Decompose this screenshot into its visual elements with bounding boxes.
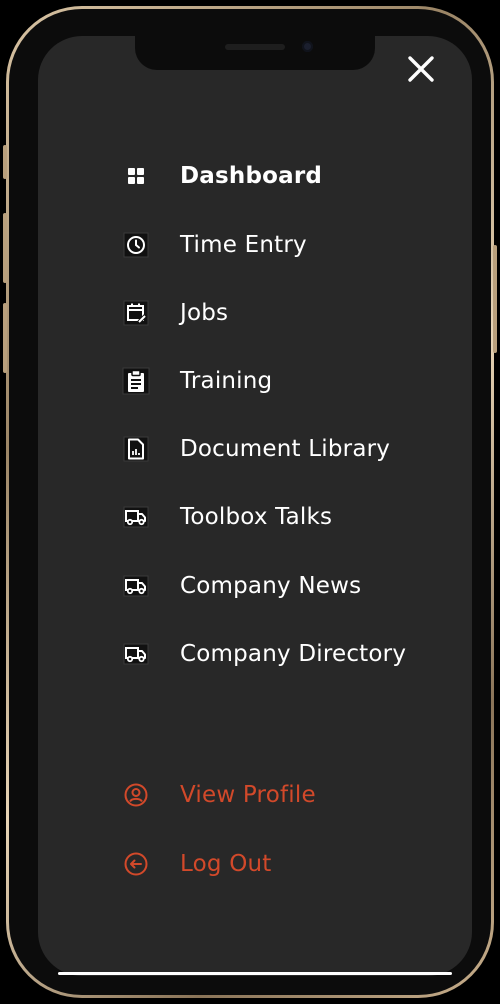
menu-item-label: Jobs: [180, 300, 229, 326]
speaker-grille: [225, 44, 285, 50]
volume-up-button: [3, 213, 7, 283]
menu-item-training[interactable]: Training: [122, 361, 272, 401]
clock-icon: [122, 231, 150, 259]
front-camera: [302, 41, 313, 52]
screen-edge-highlight: [58, 972, 452, 975]
menu-item-time-entry[interactable]: Time Entry: [122, 225, 307, 265]
view-profile-link[interactable]: View Profile: [122, 775, 316, 815]
power-button: [493, 245, 497, 353]
menu-item-company-news[interactable]: Company News: [122, 566, 361, 606]
notch: [135, 36, 375, 70]
close-icon: [408, 56, 434, 82]
menu-item-label: Time Entry: [180, 232, 307, 258]
calendar-edit-icon: [122, 299, 150, 327]
dashboard-grid-icon: [122, 162, 150, 190]
log-out-link[interactable]: Log Out: [122, 844, 272, 884]
menu-item-label: Company Directory: [180, 641, 407, 667]
truck-icon: [122, 572, 150, 600]
menu-item-dashboard[interactable]: Dashboard: [122, 156, 322, 196]
menu-item-label: Company News: [180, 573, 362, 599]
menu-item-label: Document Library: [180, 436, 391, 462]
truck-icon: [122, 640, 150, 668]
menu-item-label: Training: [180, 368, 273, 394]
screen: Dashboard Time Entry Jobs Training Docum…: [38, 36, 472, 976]
log-out-label: Log Out: [180, 851, 272, 877]
logout-arrow-icon: [122, 850, 150, 878]
menu-item-company-directory[interactable]: Company Directory: [122, 634, 406, 674]
menu-item-label: Toolbox Talks: [180, 504, 333, 530]
user-circle-icon: [122, 781, 150, 809]
clipboard-icon: [122, 367, 150, 395]
truck-icon: [122, 503, 150, 531]
close-menu-button[interactable]: [401, 52, 441, 86]
menu-item-label: Dashboard: [180, 163, 323, 189]
volume-down-button: [3, 303, 7, 373]
silent-switch: [3, 145, 7, 179]
menu-item-document-library[interactable]: Document Library: [122, 429, 390, 469]
view-profile-label: View Profile: [180, 782, 316, 808]
document-chart-icon: [122, 435, 150, 463]
menu-item-toolbox-talks[interactable]: Toolbox Talks: [122, 497, 332, 537]
menu-item-jobs[interactable]: Jobs: [122, 293, 228, 333]
